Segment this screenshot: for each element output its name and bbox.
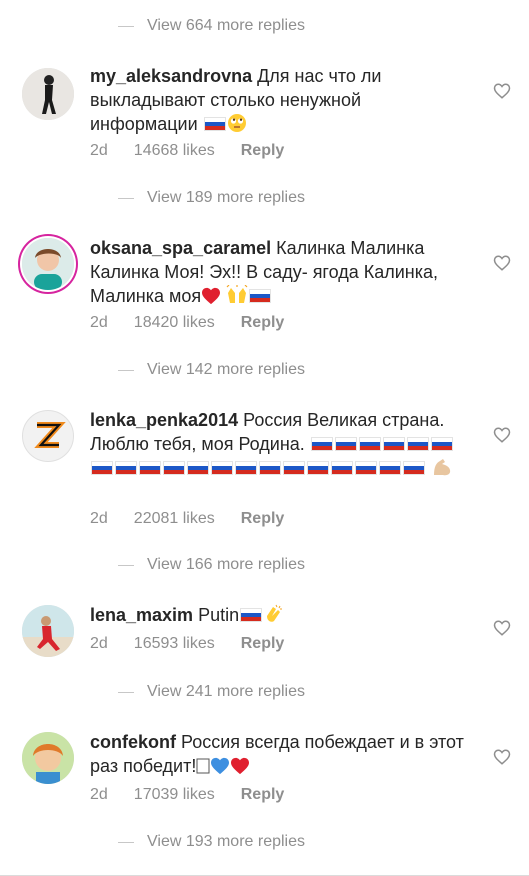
reply-button[interactable]: Reply	[241, 314, 285, 332]
comment-likes[interactable]: 18420 likes	[134, 314, 215, 332]
comment-age: 2d	[90, 635, 108, 652]
view-more-label: View 142 more replies	[147, 361, 306, 378]
view-more-replies[interactable]: View 189 more replies	[118, 184, 305, 212]
comment-meta: 2d 22081 likes Reply	[90, 510, 310, 528]
flag-russia-icon	[240, 608, 263, 622]
view-more-replies[interactable]: View 664 more replies	[118, 12, 305, 40]
avatar[interactable]	[22, 605, 74, 657]
flag-russia-icon	[331, 461, 353, 475]
divider-line	[118, 691, 134, 693]
view-more-replies[interactable]: View 193 more replies	[118, 828, 305, 856]
comment-body: oksana_spa_caramel Калинка Малинка Калинк…	[90, 236, 466, 311]
flag-russia-icon	[355, 461, 377, 475]
divider-line	[118, 369, 134, 371]
flag-russia-icon	[115, 461, 137, 475]
reply-button[interactable]: Reply	[241, 635, 285, 653]
view-more-label: View 664 more replies	[147, 17, 306, 34]
flag-russia-icon	[139, 461, 161, 475]
reply-button[interactable]: Reply	[241, 786, 285, 804]
comment-age: 2d	[90, 142, 108, 159]
flag-russia-icon	[91, 461, 113, 475]
comment-meta: 2d 17039 likes Reply	[90, 786, 310, 804]
comment-likes[interactable]: 14668 likes	[134, 142, 215, 160]
comment-age: 2d	[90, 510, 108, 527]
flag-russia-icon	[310, 437, 333, 451]
flag-russia-icon	[163, 461, 185, 475]
flag-russia-icon	[235, 461, 257, 475]
white-heart-icon	[196, 757, 210, 781]
comment-likes[interactable]: 17039 likes	[134, 786, 215, 804]
flag-russia-icon	[379, 461, 401, 475]
flag-russia-icon	[187, 461, 209, 475]
view-more-label: View 241 more replies	[147, 683, 306, 700]
comment-body: confekonf Россия всегда побеждает и в это…	[90, 730, 466, 781]
view-more-replies[interactable]: View 241 more replies	[118, 678, 305, 706]
flag-russia-icon	[358, 437, 381, 451]
flag-russia-icon	[403, 461, 425, 475]
like-heart-icon[interactable]	[493, 619, 511, 637]
divider-line	[118, 197, 134, 199]
comment-likes[interactable]: 22081 likes	[134, 510, 215, 528]
comment-meta: 2d 16593 likes Reply	[90, 635, 310, 653]
comment-age: 2d	[90, 786, 108, 803]
flag-russia-icon	[203, 117, 226, 131]
divider-line	[118, 841, 134, 843]
raising-hands-icon	[226, 284, 248, 311]
red-heart-icon	[230, 757, 250, 781]
view-more-label: View 193 more replies	[147, 833, 306, 850]
flag-russia-icon	[406, 437, 429, 451]
red-heart-icon	[201, 287, 221, 311]
avatar[interactable]	[22, 238, 74, 290]
comment-body: lenka_penka2014 Россия Великая страна. Лю…	[90, 408, 466, 483]
comment-username[interactable]: lena_maxim	[90, 605, 193, 625]
like-heart-icon[interactable]	[493, 426, 511, 444]
flag-russia-icon	[249, 289, 272, 303]
reply-button[interactable]: Reply	[241, 142, 285, 160]
view-more-label: View 189 more replies	[147, 189, 306, 206]
avatar[interactable]	[22, 68, 74, 120]
flag-russia-icon	[430, 437, 453, 451]
comment-age: 2d	[90, 314, 108, 331]
divider-line	[118, 25, 134, 27]
flag-russia-icon	[382, 437, 405, 451]
like-heart-icon[interactable]	[493, 82, 511, 100]
reply-button[interactable]: Reply	[241, 510, 285, 528]
avatar[interactable]	[22, 410, 74, 462]
flag-russia-icon	[334, 437, 357, 451]
divider-line	[118, 564, 134, 566]
comment-likes[interactable]: 16593 likes	[134, 635, 215, 653]
view-more-replies[interactable]: View 166 more replies	[118, 551, 305, 579]
view-more-label: View 166 more replies	[147, 556, 306, 573]
comment-text: Putin	[198, 605, 240, 625]
comment-body: lena_maxim Putin	[90, 603, 466, 630]
comment-username[interactable]: confekonf	[90, 732, 176, 752]
view-more-replies[interactable]: View 142 more replies	[118, 356, 305, 384]
comment-meta: 2d 14668 likes Reply	[90, 142, 310, 160]
rolling-eyes-icon	[227, 113, 247, 139]
comment-username[interactable]: oksana_spa_caramel	[90, 238, 271, 258]
comment-meta: 2d 18420 likes Reply	[90, 314, 310, 332]
clapping-hands-icon	[263, 604, 283, 630]
like-heart-icon[interactable]	[493, 748, 511, 766]
like-heart-icon[interactable]	[493, 254, 511, 272]
comment-username[interactable]: my_aleksandrovna	[90, 66, 252, 86]
comment-body: my_aleksandrovna Для нас что ли выкладыва…	[90, 64, 466, 139]
flag-russia-icon	[259, 461, 281, 475]
flag-russia-icon	[283, 461, 305, 475]
flag-russia-icon	[307, 461, 329, 475]
flag-russia-icon	[211, 461, 233, 475]
avatar[interactable]	[22, 732, 74, 784]
blue-heart-icon	[210, 757, 230, 781]
comment-username[interactable]: lenka_penka2014	[90, 410, 238, 430]
flexed-biceps-icon	[431, 457, 453, 483]
